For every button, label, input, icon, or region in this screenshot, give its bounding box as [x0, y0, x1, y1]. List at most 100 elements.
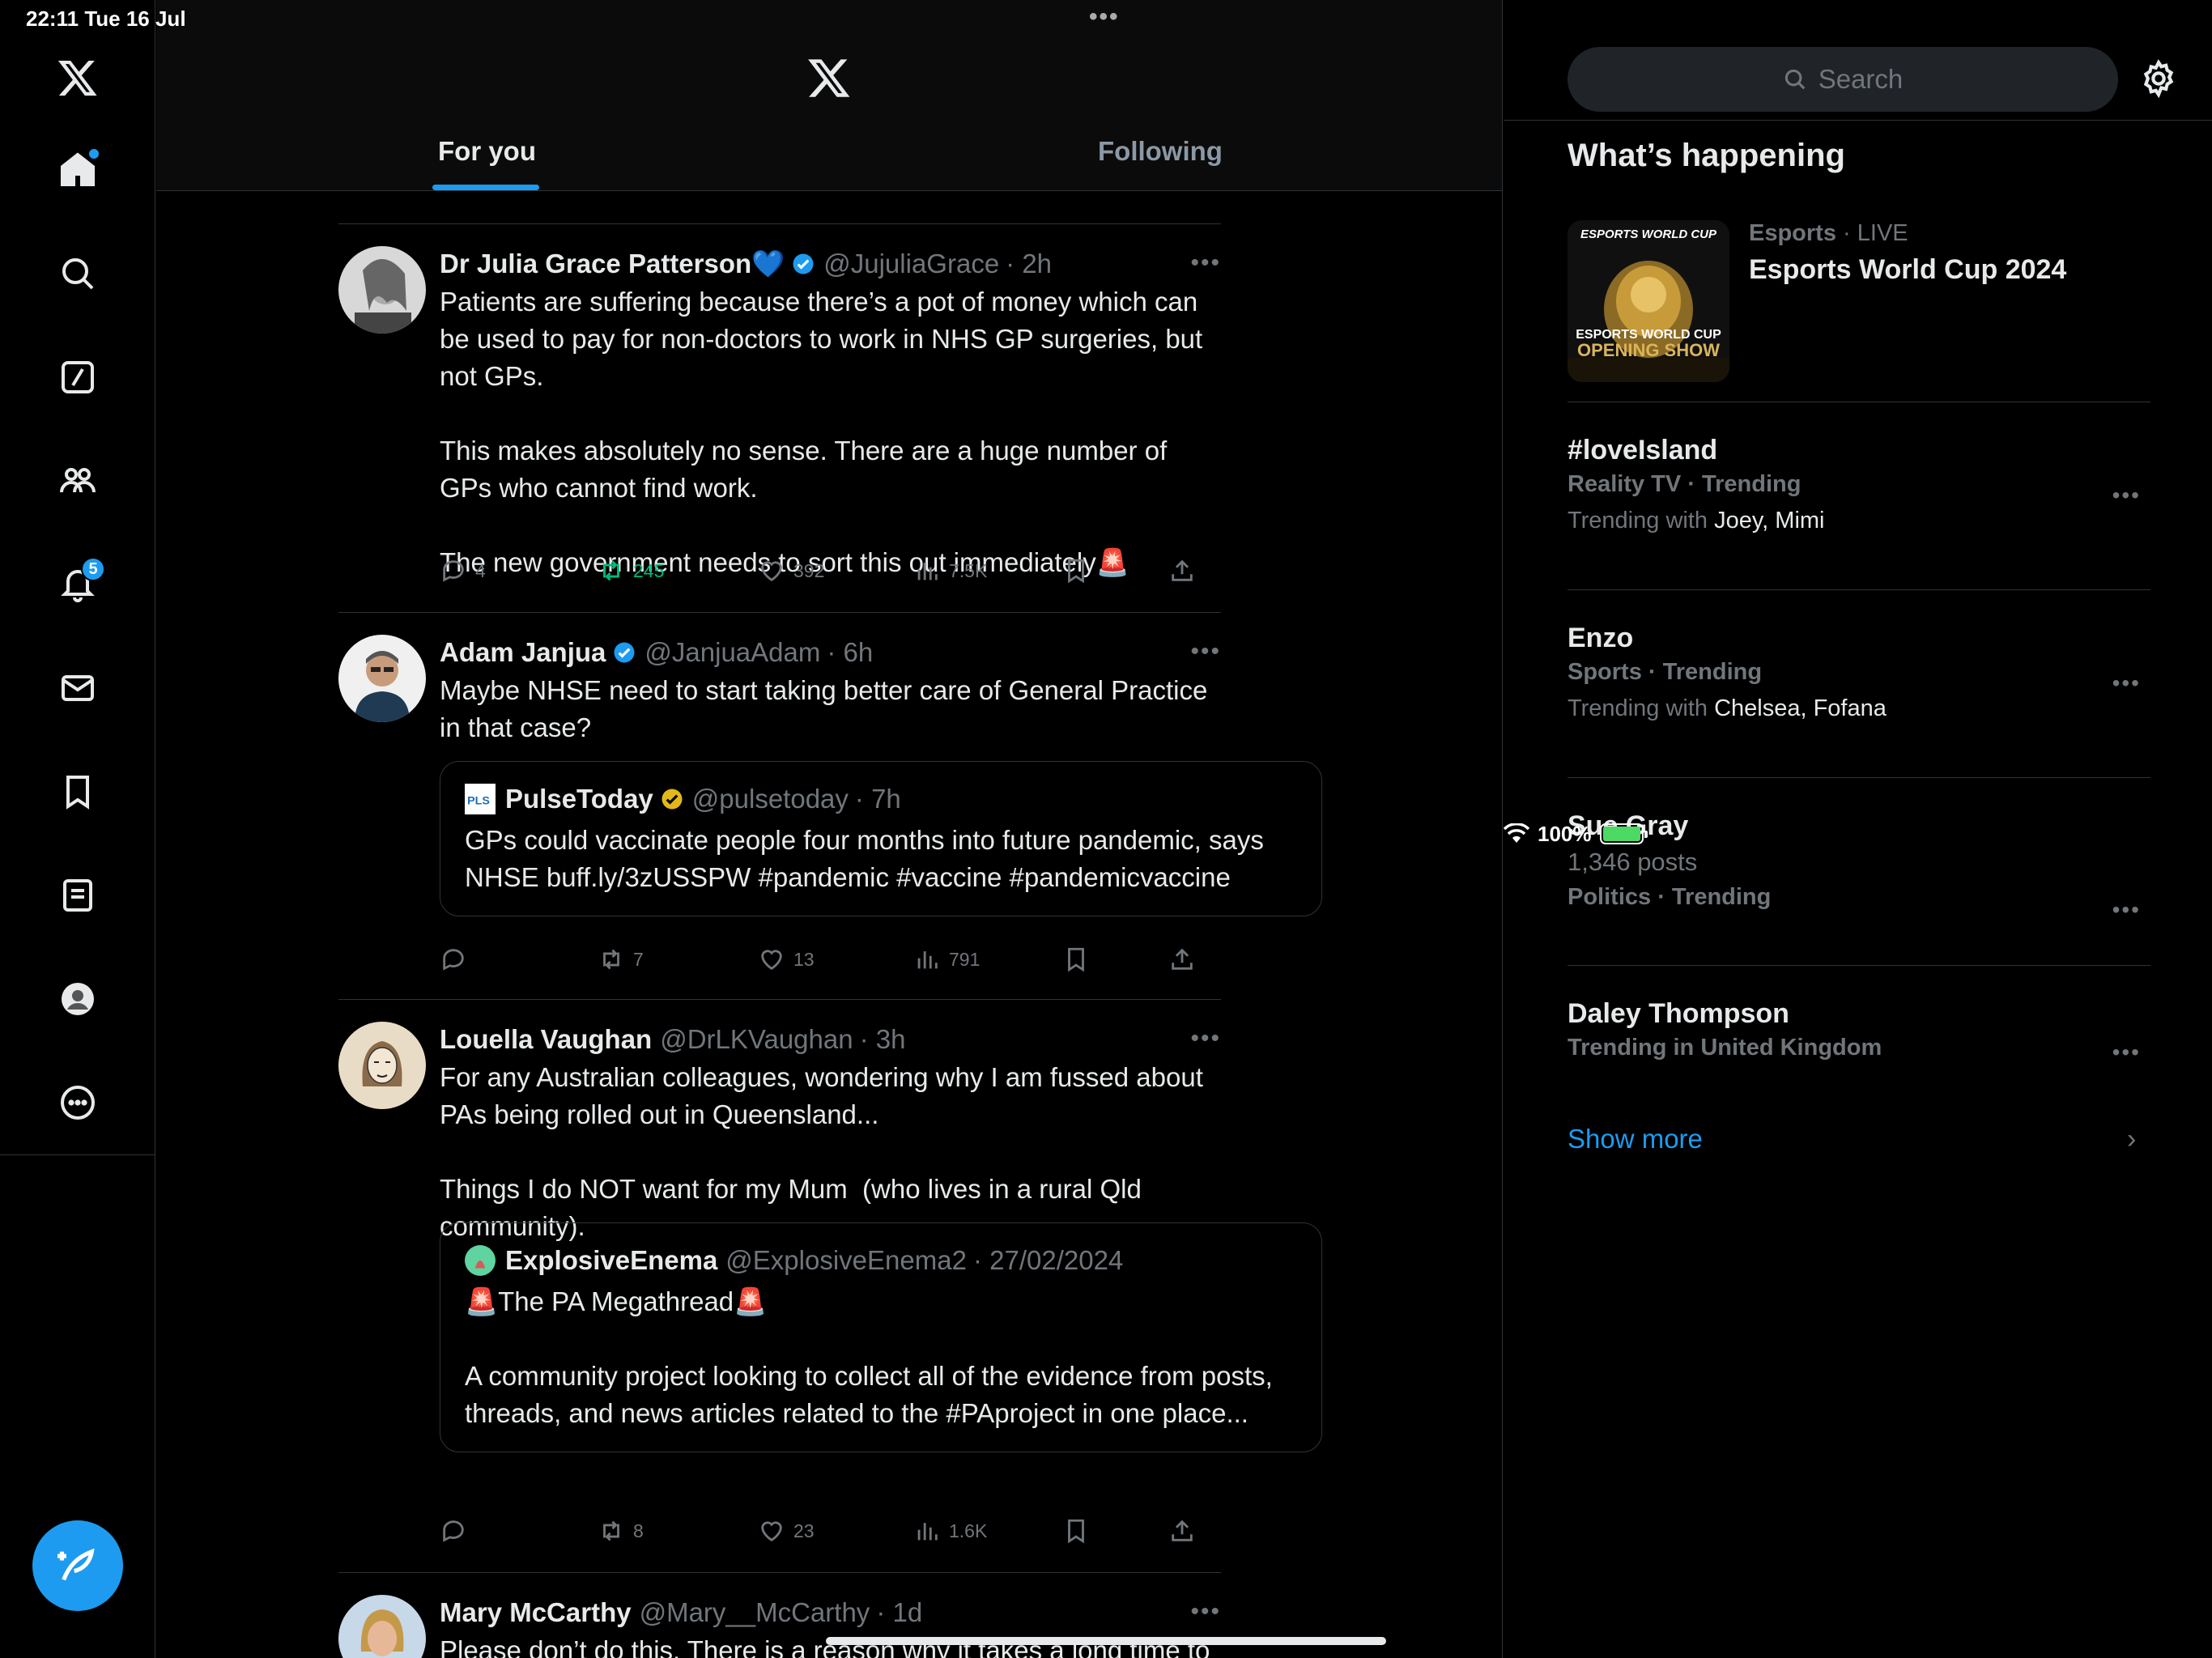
share-icon [1172, 948, 1193, 970]
reply-button[interactable]: 4 [440, 557, 486, 585]
nav-grok[interactable] [52, 351, 104, 403]
multitask-dots-icon[interactable]: ••• [1089, 3, 1120, 31]
views-button[interactable]: 1.6K [913, 1517, 987, 1545]
tweet-actions: 7 13 791 [440, 946, 1221, 978]
bookmark-icon [1068, 947, 1084, 972]
lists-icon [63, 879, 92, 912]
battery-percent: 100% [1538, 821, 1592, 846]
main-timeline: For you Following Dr Julia Grace Patters… [156, 0, 1503, 1658]
view-count: 1.6K [949, 1520, 988, 1541]
tweet-actions: 8 23 1.6K [440, 1517, 1221, 1550]
views-button[interactable]: 791 [913, 946, 980, 973]
x-logo-icon[interactable] [52, 52, 104, 104]
tweet-actions: 4 245 392 7.5K [440, 557, 1221, 589]
nav-explore[interactable] [52, 248, 104, 300]
more-options-icon[interactable]: ••• [1190, 1025, 1221, 1052]
reply-icon [443, 949, 464, 971]
tweet-text: Please don’t do this. There is a reason … [440, 1635, 1210, 1658]
nav-profile[interactable] [52, 973, 104, 1025]
author-handle[interactable]: @JujuliaGrace [823, 246, 999, 282]
quoted-tweet-header: PLS PulseToday @pulsetoday · 7h [465, 781, 1297, 817]
like-button[interactable]: 23 [758, 1517, 815, 1545]
tab-for-you[interactable]: For you [438, 136, 536, 167]
tweet-header: Louella Vaughan @DrLKVaughan · 3h [440, 1022, 1221, 1057]
tweet-text: For any Australian colleagues, wondering… [440, 1062, 1203, 1241]
reply-button[interactable] [440, 1517, 475, 1545]
retweet-icon [603, 1520, 619, 1541]
share-button[interactable] [1168, 1517, 1196, 1545]
bookmark-button[interactable] [1062, 557, 1090, 585]
grok-icon [62, 361, 94, 393]
avatar[interactable] [338, 246, 426, 334]
status-bar: 22:11 Tue 16 Jul ••• 100% [0, 0, 2212, 846]
more-options-icon[interactable]: ••• [1190, 1598, 1221, 1626]
svg-text:PLS: PLS [467, 794, 490, 807]
retweet-button[interactable]: 8 [598, 1517, 644, 1545]
analytics-icon [917, 951, 938, 969]
communities-icon [60, 468, 96, 493]
author-handle[interactable]: @Mary__McCarthy [640, 1595, 870, 1630]
quoted-author-name: ExplosiveEnema [505, 1245, 718, 1275]
avatar[interactable] [338, 635, 426, 722]
views-button[interactable]: 7.5K [913, 557, 987, 585]
author-handle[interactable]: @JanjuaAdam [644, 635, 820, 670]
tweet-time: · 1d [876, 1597, 923, 1627]
share-button[interactable] [1168, 557, 1196, 585]
share-button[interactable] [1168, 946, 1196, 973]
tweet-text: Patients are suffering because there’s a… [440, 287, 1203, 577]
x-logo-icon[interactable] [806, 55, 852, 100]
quoted-tweet-text: 🚨The PA Megathread🚨 A community project … [465, 1286, 1273, 1428]
analytics-icon [917, 563, 938, 580]
view-count: 791 [949, 948, 981, 970]
nav-lists[interactable] [52, 869, 104, 921]
tweet-body: Dr Julia Grace Patterson 💙 @JujuliaGrace… [440, 246, 1221, 581]
more-options-icon[interactable]: ••• [1190, 638, 1221, 665]
share-icon [1172, 559, 1193, 581]
tweet-header: Adam Janjua @JanjuaAdam · 6h [440, 635, 1221, 670]
author-name[interactable]: Mary McCarthy [440, 1595, 632, 1630]
more-options-icon[interactable]: ••• [1190, 249, 1221, 277]
nav-home[interactable] [52, 144, 104, 196]
notifications-badge: 5 [81, 557, 105, 581]
tweet-text: Maybe NHSE need to start taking better c… [440, 675, 1215, 742]
retweet-button[interactable]: 7 [598, 946, 644, 973]
pulse-logo-icon: PLS [465, 784, 496, 814]
nav-notifications[interactable]: 5 [52, 557, 105, 610]
quoted-tweet[interactable]: PLS PulseToday @pulsetoday · 7h GPs coul… [440, 761, 1322, 916]
avatar[interactable] [338, 1022, 426, 1109]
bookmarks-icon [66, 776, 89, 810]
avatar[interactable] [338, 1595, 426, 1658]
quoted-tweet[interactable]: ExplosiveEnema @ExplosiveEnema2 · 27/02/… [440, 1222, 1322, 1452]
like-button[interactable]: 392 [758, 557, 824, 585]
nav-more[interactable] [52, 1077, 104, 1129]
author-name[interactable]: Adam Janjua [440, 635, 606, 670]
bookmark-button[interactable] [1062, 946, 1090, 973]
reply-button[interactable] [440, 946, 475, 973]
tweet-body: Mary McCarthy @Mary__McCarthy · 1d ••• P… [440, 1595, 1221, 1658]
bookmark-icon [1068, 1519, 1084, 1544]
home-indicator[interactable] [826, 1637, 1386, 1645]
like-button[interactable]: 13 [758, 946, 815, 973]
quoted-tweet-text: GPs could vaccinate people four months i… [465, 825, 1272, 892]
author-name[interactable]: Louella Vaughan [440, 1022, 652, 1057]
bookmark-button[interactable] [1062, 1517, 1090, 1545]
nav-communities[interactable] [52, 455, 104, 507]
author-name[interactable]: Dr Julia Grace Patterson [440, 246, 751, 282]
left-navigation: 5 [0, 0, 155, 1658]
battery-icon [1599, 823, 1648, 844]
tweet-body: Louella Vaughan @DrLKVaughan · 3h ••• Fo… [440, 1022, 1221, 1245]
author-handle[interactable]: @DrLKVaughan [660, 1022, 853, 1057]
tweet-body: Adam Janjua @JanjuaAdam · 6h ••• Maybe N… [440, 635, 1221, 746]
compose-post-button[interactable] [32, 1520, 123, 1611]
quoted-author-handle: @pulsetoday [691, 784, 849, 814]
like-count: 13 [793, 948, 815, 970]
nav-messages[interactable] [52, 662, 104, 714]
tweet-header: Dr Julia Grace Patterson 💙 @JujuliaGrace… [440, 246, 1221, 282]
share-icon [1172, 1520, 1193, 1541]
quoted-author-handle: @ExplosiveEnema2 [725, 1245, 967, 1275]
nav-bookmarks[interactable] [52, 766, 104, 818]
home-unread-dot [89, 149, 99, 159]
tab-following[interactable]: Following [1098, 136, 1223, 167]
retweet-button[interactable]: 245 [598, 557, 664, 585]
tweet-header: Mary McCarthy @Mary__McCarthy · 1d [440, 1595, 1221, 1630]
